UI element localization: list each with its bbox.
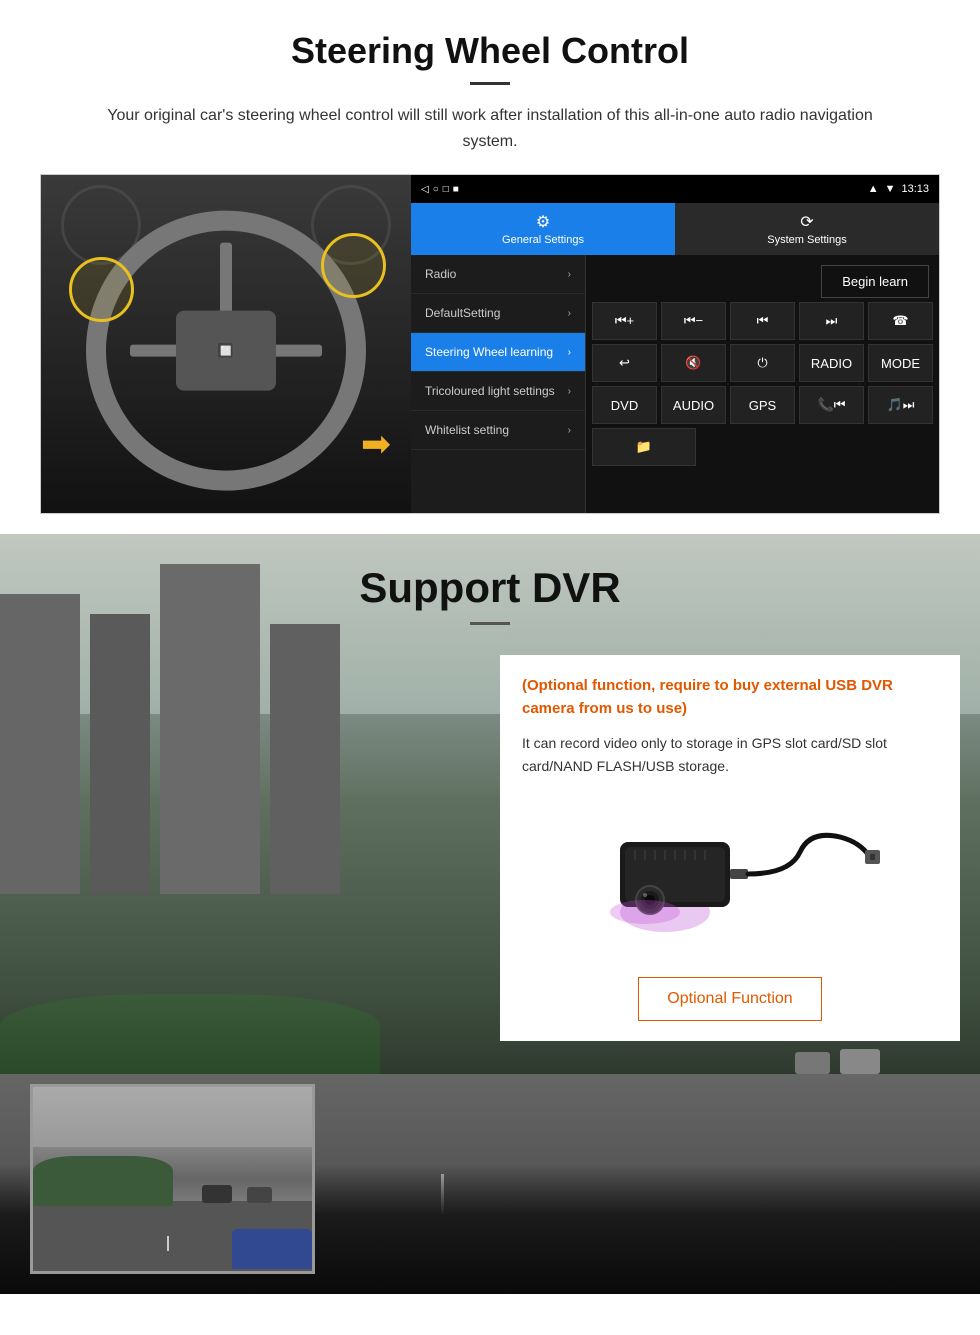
- ctrl-btn-dvd[interactable]: DVD: [592, 386, 657, 424]
- android-tabs: ⚙ General Settings ⟳ System Settings: [411, 203, 939, 255]
- ctrl-btn-radio[interactable]: RADIO: [799, 344, 864, 382]
- optional-function-button[interactable]: Optional Function: [638, 977, 821, 1021]
- steering-wheel-photo: 🔲 ➡: [41, 175, 411, 514]
- tab-general-settings[interactable]: ⚙ General Settings: [411, 203, 675, 255]
- settings-menu: Radio › DefaultSetting › Steering Wheel …: [411, 255, 586, 513]
- statusbar-right: ▲ ▼ 13:13: [868, 183, 929, 195]
- dvr-camera-illustration: [522, 797, 938, 957]
- signal-icon: ▼: [885, 183, 896, 195]
- dvr-section: Support DVR (Optional function, require …: [0, 534, 980, 1294]
- menu-item-radio[interactable]: Radio ›: [411, 255, 585, 294]
- dvr-optional-warning: (Optional function, require to buy exter…: [522, 675, 938, 720]
- dvr-info-panel: (Optional function, require to buy exter…: [500, 655, 960, 1041]
- ctrl-btn-phone[interactable]: ☎: [868, 302, 933, 340]
- steering-subtitle: Your original car's steering wheel contr…: [80, 103, 900, 154]
- ctrl-row-4: 📁: [592, 428, 933, 466]
- begin-learn-button[interactable]: Begin learn: [821, 265, 929, 298]
- dvr-screenshot-thumbnail: [30, 1084, 315, 1274]
- wifi-icon: ▲: [868, 183, 879, 195]
- menu-item-steering-wheel[interactable]: Steering Wheel learning ›: [411, 333, 585, 372]
- android-content: Radio › DefaultSetting › Steering Wheel …: [411, 255, 939, 513]
- steering-section: Steering Wheel Control Your original car…: [0, 0, 980, 534]
- page-title: Steering Wheel Control: [40, 30, 940, 72]
- ctrl-btn-gps[interactable]: GPS: [730, 386, 795, 424]
- system-icon: ⟳: [800, 212, 813, 232]
- right-control-highlight: [321, 233, 386, 298]
- ctrl-btn-audio[interactable]: AUDIO: [661, 386, 726, 424]
- statusbar-time: 13:13: [901, 183, 929, 195]
- menu-item-default-setting[interactable]: DefaultSetting ›: [411, 294, 585, 333]
- ctrl-btn-next[interactable]: ⏭: [799, 302, 864, 340]
- dvr-main-content: (Optional function, require to buy exter…: [0, 645, 980, 1041]
- ctrl-row-3: DVD AUDIO GPS 📞⏮ 🎵⏭: [592, 386, 933, 424]
- ctrl-btn-prev[interactable]: ⏮: [730, 302, 795, 340]
- ctrl-btn-vol-up[interactable]: ⏮+: [592, 302, 657, 340]
- statusbar-nav-icons: ◁ ○ □ ■: [421, 184, 459, 195]
- controls-panel: Begin learn ⏮+ ⏮− ⏮ ⏭ ☎ ↩ 🔇 ⏻: [586, 255, 939, 513]
- ctrl-btn-vol-down[interactable]: ⏮−: [661, 302, 726, 340]
- gear-icon: ⚙: [536, 212, 550, 232]
- camera-svg: [580, 812, 880, 942]
- tab-system-settings[interactable]: ⟳ System Settings: [675, 203, 939, 255]
- left-control-highlight: [69, 257, 134, 322]
- menu-item-tricoloured[interactable]: Tricoloured light settings ›: [411, 372, 585, 411]
- steering-demo: 🔲 ➡ ◁ ○ □ ■ ▲: [40, 174, 940, 514]
- dvr-description: It can record video only to storage in G…: [522, 732, 938, 777]
- android-statusbar: ◁ ○ □ ■ ▲ ▼ 13:13: [411, 175, 939, 203]
- ctrl-btn-phone-prev[interactable]: 📞⏮: [799, 386, 864, 424]
- dvr-section-title: Support DVR: [0, 534, 980, 612]
- ctrl-btn-mute[interactable]: 🔇: [661, 344, 726, 382]
- ctrl-btn-power[interactable]: ⏻: [730, 344, 795, 382]
- ctrl-btn-mode[interactable]: MODE: [868, 344, 933, 382]
- ctrl-row-1: ⏮+ ⏮− ⏮ ⏭ ☎: [592, 302, 933, 340]
- dvr-divider: [470, 622, 510, 625]
- tab-system-label: System Settings: [767, 234, 846, 246]
- ctrl-btn-music-next[interactable]: 🎵⏭: [868, 386, 933, 424]
- ctrl-btn-folder[interactable]: 📁: [592, 428, 696, 466]
- title-divider: [470, 82, 510, 85]
- ctrl-row-2: ↩ 🔇 ⏻ RADIO MODE: [592, 344, 933, 382]
- menu-item-whitelist[interactable]: Whitelist setting ›: [411, 411, 585, 450]
- dvr-left-area: [20, 645, 500, 1041]
- tab-general-label: General Settings: [502, 234, 584, 246]
- arrow-indicator: ➡: [361, 423, 391, 465]
- android-ui-panel: ◁ ○ □ ■ ▲ ▼ 13:13 ⚙ General Settings: [411, 175, 939, 513]
- begin-learn-row: Begin learn: [592, 261, 933, 298]
- ctrl-btn-hangup[interactable]: ↩: [592, 344, 657, 382]
